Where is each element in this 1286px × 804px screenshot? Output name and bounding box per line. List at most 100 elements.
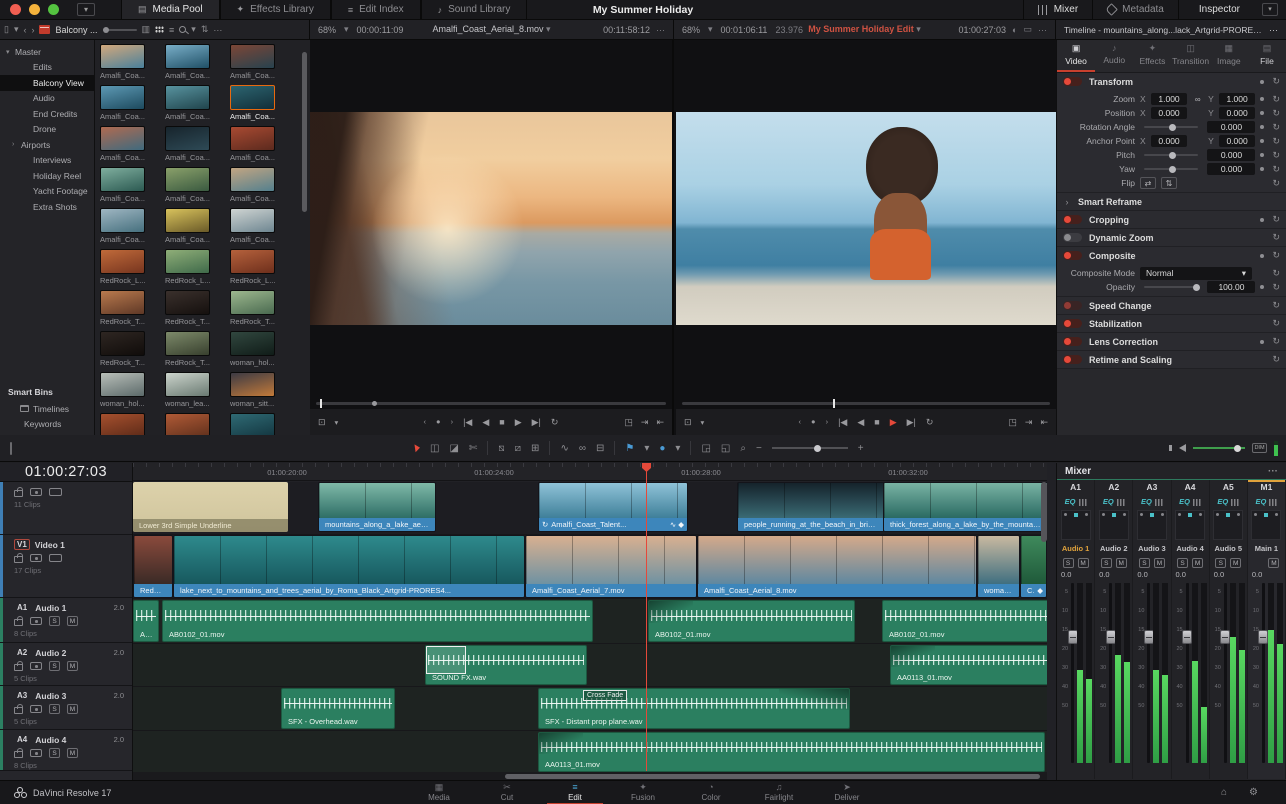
stabilization-toggle[interactable]	[1063, 319, 1082, 328]
page-tab[interactable]: ▦ Media	[405, 781, 473, 804]
mixer-channel[interactable]: A2 EQ Audio 2 S M 0.0 5 10	[1095, 480, 1133, 779]
pitch-field[interactable]: 0.000	[1207, 149, 1255, 161]
page-tab[interactable]: ✂ Cut	[473, 781, 541, 804]
source-timecode[interactable]: 00:11:58:12	[603, 25, 650, 35]
mixer-channel[interactable]: M1 EQ Main 1 S M 0.0 5 10 1	[1248, 480, 1286, 779]
timeline-clip[interactable]: AB...	[133, 600, 159, 642]
mute-button[interactable]: M	[67, 748, 78, 758]
inspector-tab[interactable]: ♪ Audio	[1095, 40, 1133, 72]
bin-tree-item[interactable]: ▾ Master	[0, 44, 94, 60]
timeline-clip[interactable]: Amalfi_Coast_Aerial_8.mov	[697, 535, 977, 598]
selection-mode-icon[interactable]	[414, 444, 420, 453]
media-clip[interactable]: Amalfi_Coa...	[162, 167, 227, 208]
clip-thumbnail[interactable]	[230, 413, 275, 435]
channel-eq[interactable]: EQ	[1179, 495, 1201, 508]
solo-button[interactable]: S	[49, 748, 60, 758]
project-settings-icon[interactable]: ⚙	[1249, 787, 1258, 798]
media-clip[interactable]: Amalfi_Coa...	[227, 126, 292, 167]
zoom-out-icon[interactable]: −	[756, 443, 762, 454]
bin-tree-item[interactable]: Extra Shots	[0, 199, 94, 215]
razor-tool-icon[interactable]: ✄	[469, 443, 477, 454]
close-window-button[interactable]	[10, 4, 21, 15]
channel-name[interactable]: Audio 3	[1138, 542, 1166, 555]
mute-button[interactable]: M	[1078, 558, 1089, 568]
jog-left-icon[interactable]: ‹	[799, 417, 802, 428]
reset-icon[interactable]: ↻	[1272, 354, 1280, 365]
inspector-tab[interactable]: ▦ Image	[1210, 40, 1248, 72]
keyframe-icon[interactable]	[1260, 139, 1264, 143]
channel-name[interactable]: Audio 5	[1215, 542, 1243, 555]
thumbnail-view-icon[interactable]	[155, 26, 164, 33]
timeline-clip[interactable]: AB0102_01.mov	[162, 600, 593, 642]
mixer-options-icon[interactable]: ···	[1268, 466, 1278, 477]
pan-control[interactable]	[1213, 510, 1243, 540]
last-frame-button[interactable]: ▶|	[532, 417, 541, 428]
clip-thumbnail[interactable]	[100, 413, 145, 435]
clip-thumbnail[interactable]	[100, 85, 145, 110]
play-reverse-button[interactable]: ◀	[482, 417, 489, 428]
reset-icon[interactable]: ↻	[1272, 268, 1280, 279]
keyframe-icon[interactable]	[1260, 340, 1264, 344]
zoom-custom-icon[interactable]: ⌕	[740, 443, 746, 454]
channel-name[interactable]: Audio 2	[1100, 542, 1128, 555]
composite-toggle[interactable]	[1063, 251, 1082, 260]
clip-thumbnail[interactable]	[230, 249, 275, 274]
reset-icon[interactable]: ↻	[1272, 300, 1280, 311]
link-clips-icon[interactable]: ∞	[579, 443, 586, 454]
clip-thumbnail[interactable]	[165, 85, 210, 110]
fader-handle[interactable]	[1220, 630, 1230, 644]
media-clip[interactable]: woman_sitt...	[227, 372, 292, 413]
timeline-timecode[interactable]: 01:00:27:03	[959, 25, 1007, 35]
pan-control[interactable]	[1175, 510, 1205, 540]
track-badge[interactable]: V1	[14, 539, 30, 550]
timeline-clip[interactable]: SFX - Overhead.wav	[281, 688, 395, 729]
fader-track[interactable]	[1262, 583, 1265, 763]
channel-eq[interactable]: EQ	[1256, 495, 1278, 508]
composite-mode-dropdown[interactable]: Normal▾	[1140, 267, 1252, 280]
mute-button[interactable]: M	[1192, 558, 1203, 568]
yaw-field[interactable]: 0.000	[1207, 163, 1255, 175]
enable-track-icon[interactable]	[30, 662, 42, 670]
flag-icon[interactable]: ⚑	[625, 443, 634, 454]
channel-id[interactable]: A1	[1070, 480, 1081, 495]
media-clip[interactable]: RedRock_L...	[97, 249, 162, 290]
mixer-channel[interactable]: A3 EQ Audio 3 S M 0.0 5 10	[1133, 480, 1171, 779]
media-clip[interactable]: Amalfi_Coa...	[97, 44, 162, 85]
project-manager-icon[interactable]: ⌂	[1221, 787, 1227, 798]
solo-button[interactable]: S	[49, 661, 60, 671]
search-chevron-icon[interactable]: ▾	[191, 24, 196, 35]
solo-button[interactable]: S	[1139, 558, 1150, 568]
clip-thumbnail[interactable]	[100, 126, 145, 151]
media-pool-scrollbar[interactable]	[302, 52, 307, 212]
snapping-icon[interactable]: ⊟	[596, 443, 604, 454]
zoom-in-icon[interactable]: +	[858, 443, 864, 454]
timeline-zoom-slider[interactable]	[772, 447, 848, 449]
match-frame-icon[interactable]: ◳	[1008, 417, 1017, 428]
inspector-tab[interactable]: ✦ Effects	[1133, 40, 1171, 72]
reset-icon[interactable]: ↻	[1272, 94, 1280, 105]
channel-id[interactable]: A2	[1108, 480, 1119, 495]
chevron-down-icon[interactable]: ▾	[335, 418, 339, 427]
clip-thumbnail[interactable]	[100, 372, 145, 397]
clip-thumbnail[interactable]	[100, 249, 145, 274]
media-clip[interactable]: RedRock_T...	[97, 331, 162, 372]
clip-thumbnail[interactable]	[165, 167, 210, 192]
jog-right-icon[interactable]: ›	[826, 417, 829, 428]
audio-track-header[interactable]: A4 Audio 4 2.0 S M 8 Clips	[0, 730, 132, 771]
filmstrip-view-icon[interactable]: ▥	[142, 24, 151, 35]
bin-tree-item[interactable]: End Credits	[0, 106, 94, 122]
reset-icon[interactable]: ↻	[1272, 232, 1280, 243]
media-clip[interactable]: Amalfi_Coa...	[227, 44, 292, 85]
sort-icon[interactable]: ⇅	[201, 24, 209, 35]
track-badge[interactable]: A1	[14, 602, 30, 613]
keyframe-icon[interactable]	[1260, 125, 1264, 129]
fader-value[interactable]: 0.0	[1248, 570, 1285, 581]
window-layout-menu[interactable]: ▾	[77, 3, 95, 16]
media-clip[interactable]: woman_hol...	[227, 331, 292, 372]
smart-reframe-title[interactable]: Smart Reframe	[1078, 197, 1142, 207]
media-clip[interactable]: Amalfi_Coa...	[227, 85, 292, 126]
pitch-slider[interactable]	[1144, 154, 1198, 156]
enable-track-icon[interactable]	[30, 705, 42, 713]
flip-vertical-button[interactable]: ⇅	[1161, 177, 1177, 189]
timeline-timecode[interactable]: 01:00:27:03	[0, 463, 132, 482]
